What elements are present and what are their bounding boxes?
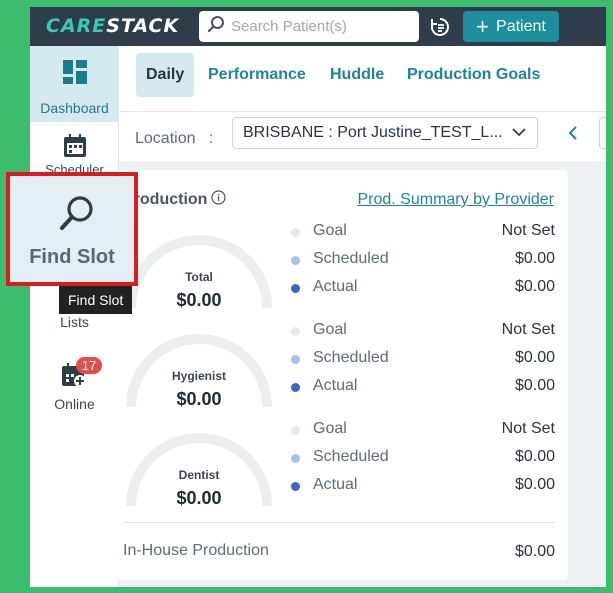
legend-label: Goal	[313, 420, 347, 437]
legend-row: Actual $0.00	[291, 278, 555, 300]
top-bar: CARESTACK + Patient	[30, 7, 606, 46]
nav-item-dashboard[interactable]: Dashboard	[30, 46, 119, 122]
legend-label: Goal	[313, 321, 347, 338]
tab-daily[interactable]: Daily	[136, 53, 195, 97]
search-icon	[207, 15, 225, 38]
legend-row: Scheduled $0.00	[291, 250, 555, 272]
gauge-value: $0.00	[176, 488, 222, 508]
tab-production-goals[interactable]: Production Goals	[397, 53, 550, 97]
legend-dot	[291, 355, 300, 364]
legend-row: Goal Not Set	[291, 321, 555, 343]
calendar-icon	[63, 134, 87, 161]
online-count-badge: 17	[76, 357, 102, 374]
find-slot-tooltip: Find Slot	[59, 286, 133, 314]
legend-label: Scheduled	[313, 349, 389, 366]
left-nav: Dashboard Scheduler Lists 17 Online	[30, 46, 119, 587]
legend-label: Actual	[313, 377, 358, 394]
dashboard-icon	[63, 60, 87, 87]
history-icon[interactable]	[429, 16, 451, 43]
plus-icon: +	[476, 13, 490, 39]
search-input[interactable]	[231, 18, 411, 35]
info-icon[interactable]	[211, 190, 226, 210]
legend-value: Not Set	[501, 321, 555, 338]
gauge-label: Total	[185, 270, 213, 284]
tab-huddle[interactable]: Huddle	[320, 53, 394, 97]
nav-item-scheduler[interactable]: Scheduler	[30, 134, 119, 174]
legend-row: Goal Not Set	[291, 420, 555, 442]
legend-value: $0.00	[514, 448, 555, 465]
prod-summary-link[interactable]: Prod. Summary by Provider	[357, 191, 554, 209]
legend-value: Not Set	[501, 222, 555, 239]
gauge-value: $0.00	[176, 389, 222, 409]
legend-dot	[291, 284, 300, 293]
legend-label: Scheduled	[313, 448, 389, 465]
legend-value: $0.00	[514, 476, 555, 493]
date-picker-box[interactable]	[599, 117, 606, 149]
nav-item-find-slot[interactable]: Find Slot	[6, 172, 138, 286]
patient-search[interactable]	[199, 11, 419, 42]
nav-item-online[interactable]: 17 Online	[30, 352, 119, 412]
in-house-production-label: In-House Production	[123, 542, 269, 559]
production-gauge: Dentist $0.00	[123, 432, 275, 512]
legend-row: Scheduled $0.00	[291, 448, 555, 470]
legend-dot	[291, 256, 300, 265]
production-card: Production Prod. Summary by Provider Tot…	[108, 170, 568, 580]
legend-value: Not Set	[501, 420, 555, 437]
location-select[interactable]: BRISBANE : Port Justine_TEST_L...	[232, 117, 538, 149]
add-patient-button[interactable]: + Patient	[463, 11, 559, 42]
legend-dot	[291, 228, 300, 237]
location-bar: Location : BRISBANE : Port Justine_TEST_…	[119, 113, 606, 161]
tab-performance[interactable]: Performance	[198, 53, 316, 97]
legend-label: Actual	[313, 278, 358, 295]
legend-row: Actual $0.00	[291, 377, 555, 399]
nav-item-lists[interactable]: Lists	[30, 314, 119, 338]
divider	[123, 522, 555, 523]
legend-label: Actual	[313, 476, 358, 493]
legend-dot	[291, 426, 300, 435]
legend-value: $0.00	[514, 377, 555, 394]
production-gauge: Hygienist $0.00	[123, 333, 275, 413]
chevron-down-icon	[511, 124, 527, 145]
dashboard-tabs: Daily Performance Huddle Production Goal…	[119, 46, 606, 112]
legend-dot	[291, 327, 300, 336]
legend-dot	[291, 383, 300, 392]
legend-dot	[291, 454, 300, 463]
location-label: Location :	[135, 130, 214, 147]
carestack-logo[interactable]: CARESTACK	[46, 15, 179, 37]
search-icon	[57, 193, 97, 238]
in-house-production-value: $0.00	[514, 543, 555, 560]
gauge-label: Hygienist	[171, 369, 226, 383]
production-gauge: Total $0.00	[123, 234, 275, 314]
legend-row: Actual $0.00	[291, 476, 555, 498]
legend-row: Goal Not Set	[291, 222, 555, 244]
legend-dot	[291, 482, 300, 491]
gauge-value: $0.00	[176, 290, 222, 310]
legend-value: $0.00	[514, 250, 555, 267]
legend-label: Goal	[313, 222, 347, 239]
legend-value: $0.00	[514, 349, 555, 366]
legend-row: Scheduled $0.00	[291, 349, 555, 371]
gauge-label: Dentist	[178, 468, 220, 482]
legend-label: Scheduled	[313, 250, 389, 267]
legend-value: $0.00	[514, 278, 555, 295]
chevron-left-icon[interactable]	[567, 125, 579, 146]
